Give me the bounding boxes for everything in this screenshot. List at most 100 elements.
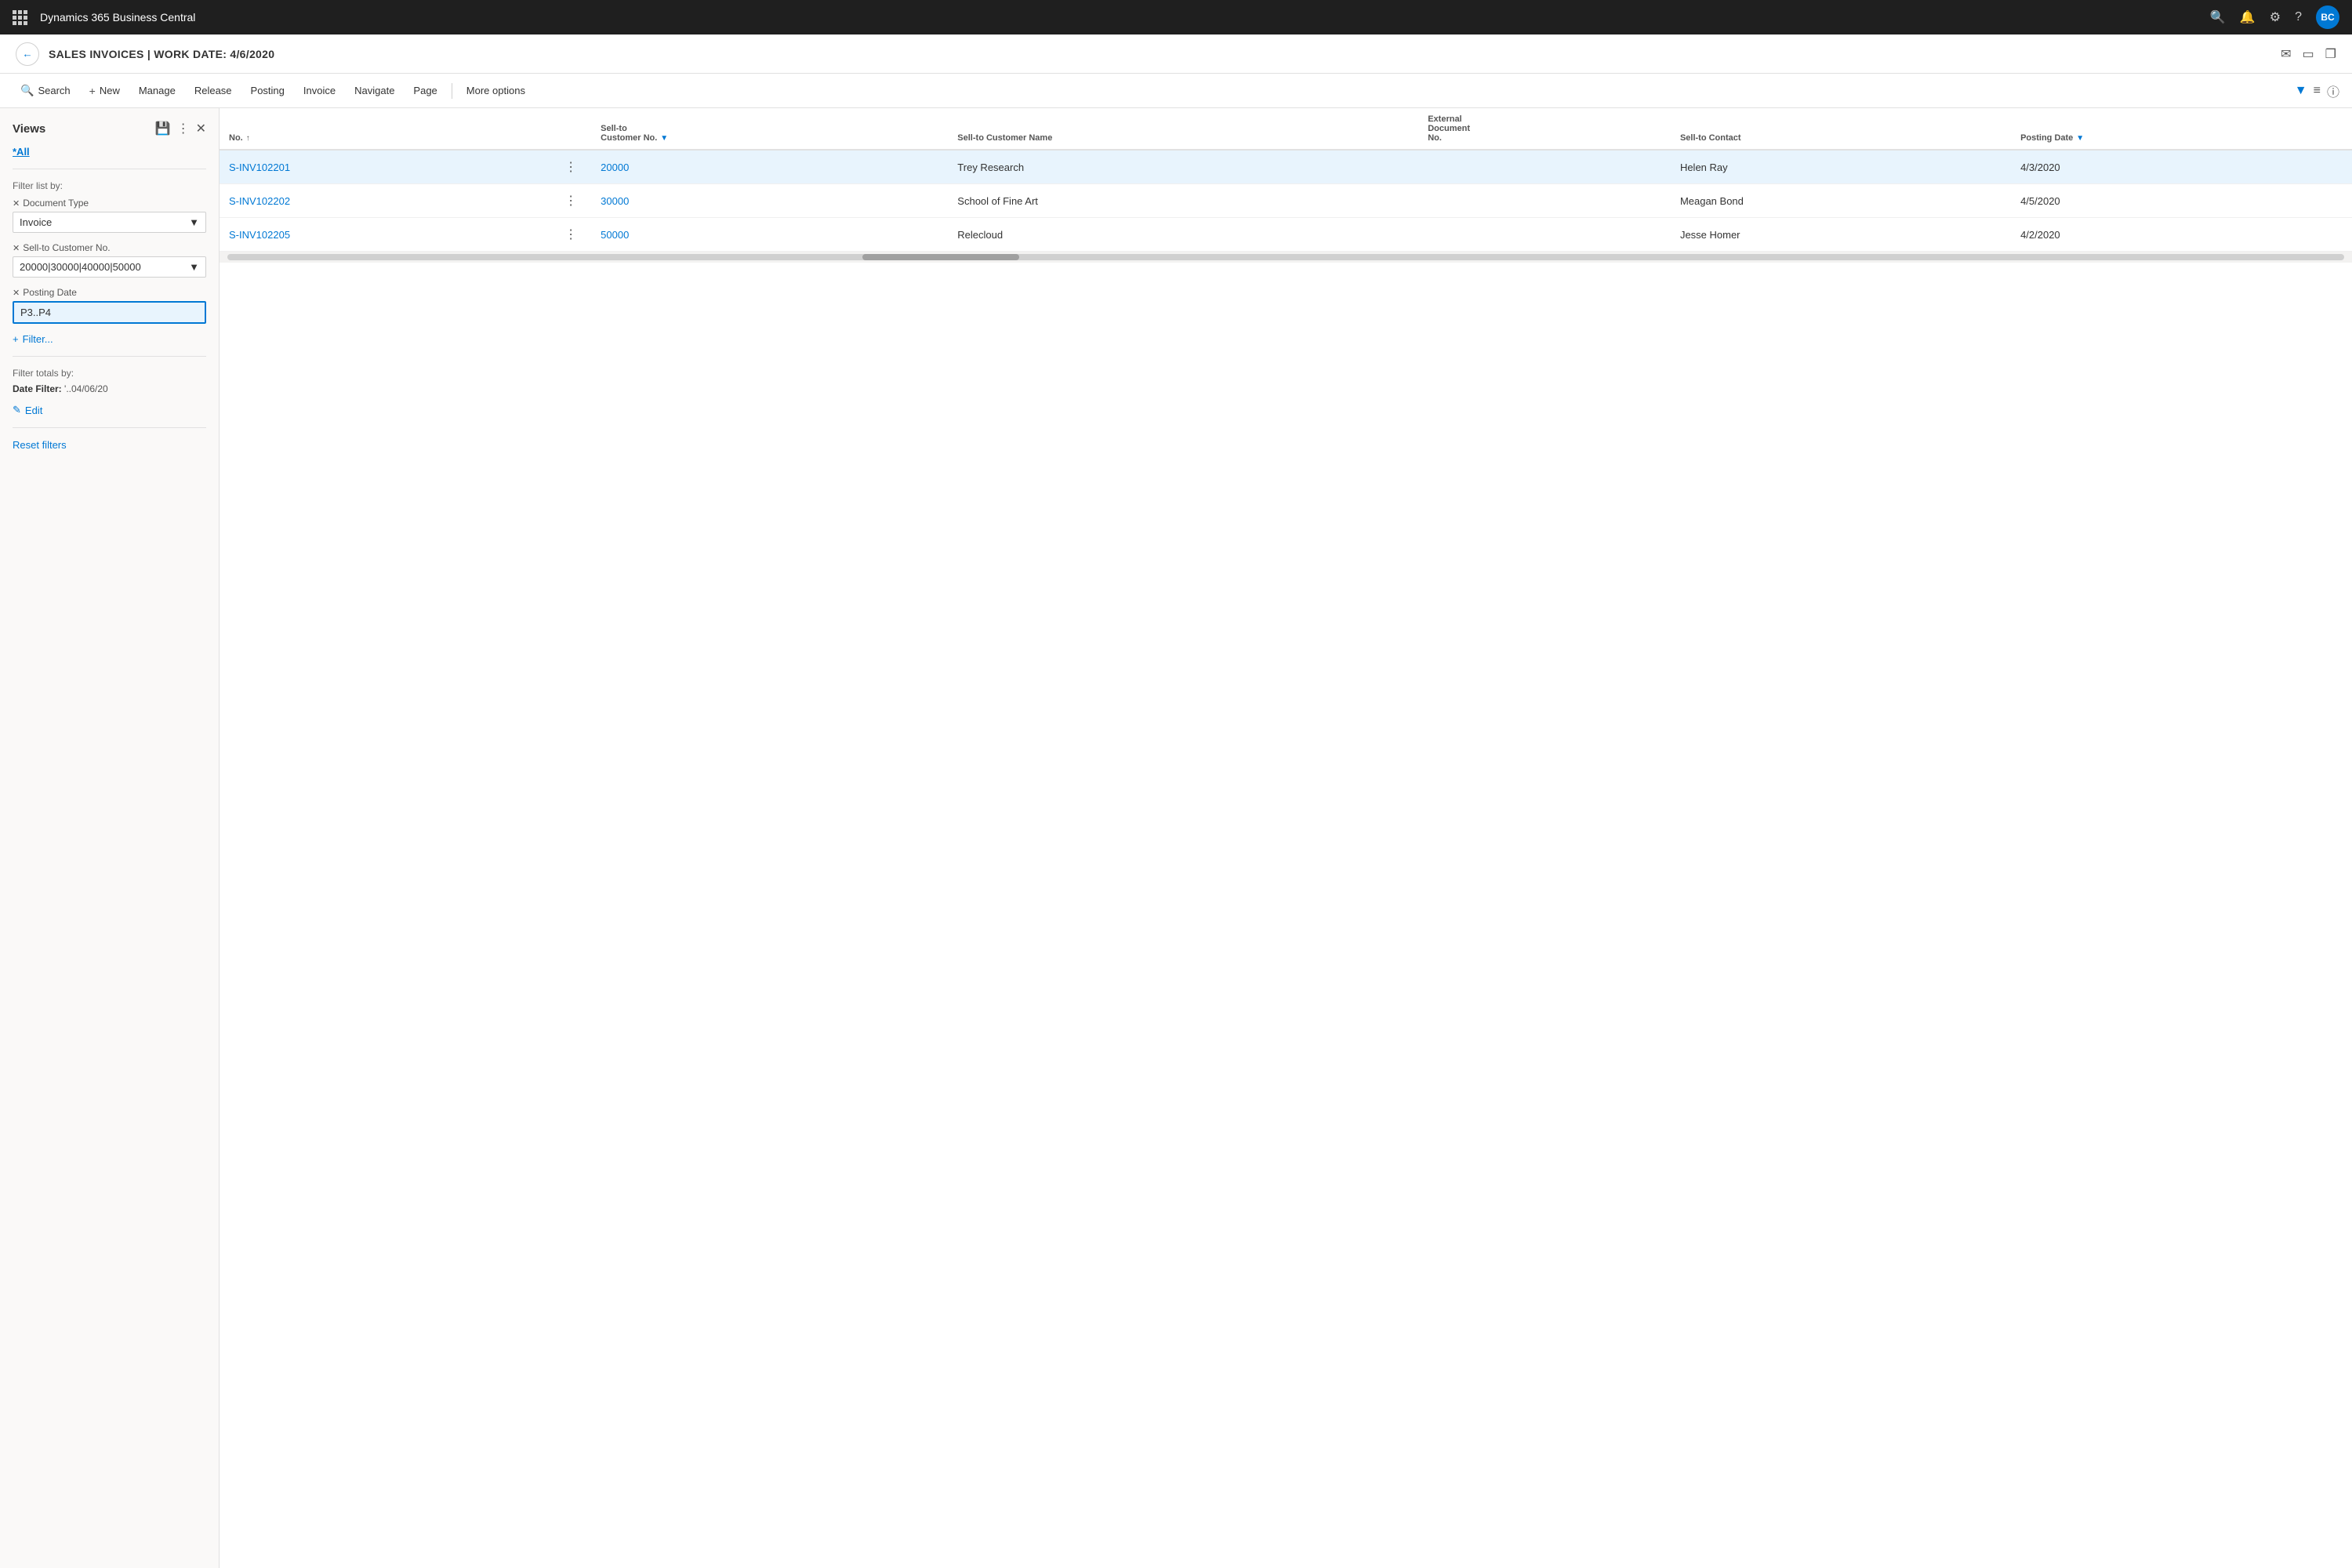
cell-options-1: ⋮	[550, 184, 591, 218]
customer-no-link-0[interactable]: 20000	[601, 162, 629, 173]
filter-panel-header: Views 💾 ⋮ ✕	[13, 121, 206, 136]
document-type-filter-row: ✕ Document Type Invoice ▼	[13, 198, 206, 233]
row-options-2[interactable]: ⋮	[560, 225, 582, 244]
add-filter-button[interactable]: + Filter...	[13, 333, 53, 345]
col-header-sell-to-customer-no: Sell-toCustomer No. ▼	[591, 108, 948, 150]
release-button[interactable]: Release	[187, 81, 240, 100]
sell-to-customer-no-label: ✕ Sell-to Customer No.	[13, 242, 206, 253]
search-toolbar-icon: 🔍	[20, 84, 34, 97]
filter-icon-customer-no[interactable]: ▼	[660, 134, 668, 143]
posting-date-label: ✕ Posting Date	[13, 287, 206, 298]
filter-icon[interactable]: ▼	[2295, 84, 2307, 98]
cell-options-0: ⋮	[550, 150, 591, 184]
edit-pencil-icon: ✎	[13, 404, 21, 416]
posting-date-filter-row: ✕ Posting Date	[13, 287, 206, 324]
row-options-1[interactable]: ⋮	[560, 191, 582, 210]
top-nav-bar: Dynamics 365 Business Central 🔍 🔔 ⚙ ? BC	[0, 0, 2352, 34]
row-options-0[interactable]: ⋮	[560, 158, 582, 176]
filter-icon-posting-date[interactable]: ▼	[2076, 134, 2084, 143]
save-view-icon[interactable]: 💾	[155, 121, 171, 136]
sort-icon-no[interactable]: ↑	[246, 134, 250, 143]
document-type-label: ✕ Document Type	[13, 198, 206, 209]
cell-external-doc-no-2	[1418, 218, 1671, 252]
col-header-no: No. ↑	[220, 108, 550, 150]
cell-customer-no-1: 30000	[591, 184, 948, 218]
scrollbar-thumb[interactable]	[862, 254, 1019, 260]
toolbar: 🔍 Search + New Manage Release Posting In…	[0, 74, 2352, 108]
edit-button[interactable]: ✎ Edit	[13, 404, 42, 416]
col-header-sell-to-contact: Sell-to Contact	[1671, 108, 2011, 150]
sell-to-customer-no-select[interactable]: 20000|30000|40000|50000 ▼	[13, 256, 206, 278]
dropdown-arrow-icon: ▼	[189, 216, 199, 228]
table-row[interactable]: S-INV102202 ⋮ 30000 School of Fine Art M…	[220, 184, 2352, 218]
posting-button[interactable]: Posting	[243, 81, 292, 100]
cell-posting-date-1: 4/5/2020	[2011, 184, 2352, 218]
col-header-sell-to-customer-name: Sell-to Customer Name	[948, 108, 1418, 150]
col-header-options	[550, 108, 591, 150]
back-button[interactable]: ←	[16, 42, 39, 66]
invoice-link-0[interactable]: S-INV102201	[229, 162, 290, 173]
cell-customer-no-0: 20000	[591, 150, 948, 184]
dropdown-arrow-2-icon: ▼	[189, 261, 199, 273]
cell-customer-name-1: School of Fine Art	[948, 184, 1418, 218]
cell-contact-1: Meagan Bond	[1671, 184, 2011, 218]
scrollbar-track	[227, 254, 2344, 260]
user-avatar[interactable]: BC	[2316, 5, 2339, 29]
page-header: ← SALES INVOICES | WORK DATE: 4/6/2020 ✉…	[0, 34, 2352, 74]
page-header-icons: ✉ ▭ ❐	[2281, 46, 2336, 62]
col-header-posting-date: Posting Date ▼	[2011, 108, 2352, 150]
customer-no-link-1[interactable]: 30000	[601, 195, 629, 207]
cell-no-0: S-INV102201	[220, 150, 550, 184]
navigate-button[interactable]: Navigate	[347, 81, 402, 100]
all-view-link[interactable]: *All	[13, 146, 206, 158]
date-filter-row: Date Filter: '..04/06/20	[13, 383, 206, 394]
table-header-row: No. ↑ Sell-toCustomer No. ▼ Sell-to Cust…	[220, 108, 2352, 150]
cell-contact-0: Helen Ray	[1671, 150, 2011, 184]
manage-button[interactable]: Manage	[131, 81, 183, 100]
document-type-select[interactable]: Invoice ▼	[13, 212, 206, 233]
open-new-tab-icon[interactable]: ▭	[2303, 46, 2314, 62]
expand-icon[interactable]: ❐	[2325, 46, 2336, 62]
invoice-link-1[interactable]: S-INV102202	[229, 195, 290, 207]
data-grid-area: No. ↑ Sell-toCustomer No. ▼ Sell-to Cust…	[220, 108, 2352, 1568]
posting-date-input[interactable]	[13, 301, 206, 324]
app-title: Dynamics 365 Business Central	[40, 11, 2198, 24]
settings-icon[interactable]: ⚙	[2270, 9, 2281, 25]
more-options-button[interactable]: More options	[459, 81, 533, 100]
view-options-icon[interactable]: ⋮	[177, 121, 190, 136]
col-header-external-document-no: ExternalDocumentNo.	[1418, 108, 1671, 150]
invoice-link-2[interactable]: S-INV102205	[229, 229, 290, 241]
cell-customer-name-2: Relecloud	[948, 218, 1418, 252]
cell-external-doc-no-0	[1418, 150, 1671, 184]
invoice-button[interactable]: Invoice	[296, 81, 343, 100]
help-icon[interactable]: ?	[2295, 10, 2302, 24]
sell-to-customer-no-filter-row: ✕ Sell-to Customer No. 20000|30000|40000…	[13, 242, 206, 278]
filter-section-divider-2	[13, 427, 206, 428]
waffle-menu-icon[interactable]	[13, 10, 27, 25]
bookmark-icon[interactable]: ✉	[2281, 46, 2291, 62]
reset-filters-button[interactable]: Reset filters	[13, 439, 206, 451]
filter-list-label: Filter list by:	[13, 180, 206, 191]
new-button[interactable]: + New	[82, 81, 128, 101]
notification-icon[interactable]: 🔔	[2240, 9, 2256, 25]
table-row[interactable]: S-INV102205 ⋮ 50000 Relecloud Jesse Home…	[220, 218, 2352, 252]
remove-sell-to-customer-no-filter[interactable]: ✕	[13, 243, 20, 253]
column-chooser-icon[interactable]: ≡	[2314, 84, 2321, 98]
search-nav-icon[interactable]: 🔍	[2210, 9, 2226, 25]
cell-posting-date-0: 4/3/2020	[2011, 150, 2352, 184]
top-nav-icons: 🔍 🔔 ⚙ ? BC	[2210, 5, 2339, 29]
table-row[interactable]: S-INV102201 ⋮ 20000 Trey Research Helen …	[220, 150, 2352, 184]
cell-contact-2: Jesse Homer	[1671, 218, 2011, 252]
close-filter-panel-icon[interactable]: ✕	[196, 121, 206, 136]
cell-customer-no-2: 50000	[591, 218, 948, 252]
main-content: Views 💾 ⋮ ✕ *All Filter list by: ✕ Docum…	[0, 108, 2352, 1568]
remove-document-type-filter[interactable]: ✕	[13, 198, 20, 209]
info-icon[interactable]: ⓘ	[2327, 82, 2339, 100]
remove-posting-date-filter[interactable]: ✕	[13, 288, 20, 298]
customer-no-link-2[interactable]: 50000	[601, 229, 629, 241]
search-button[interactable]: 🔍 Search	[13, 80, 78, 101]
page-title: SALES INVOICES | WORK DATE: 4/6/2020	[49, 48, 2271, 60]
horizontal-scrollbar[interactable]	[220, 252, 2352, 263]
page-button[interactable]: Page	[405, 81, 445, 100]
cell-no-2: S-INV102205	[220, 218, 550, 252]
